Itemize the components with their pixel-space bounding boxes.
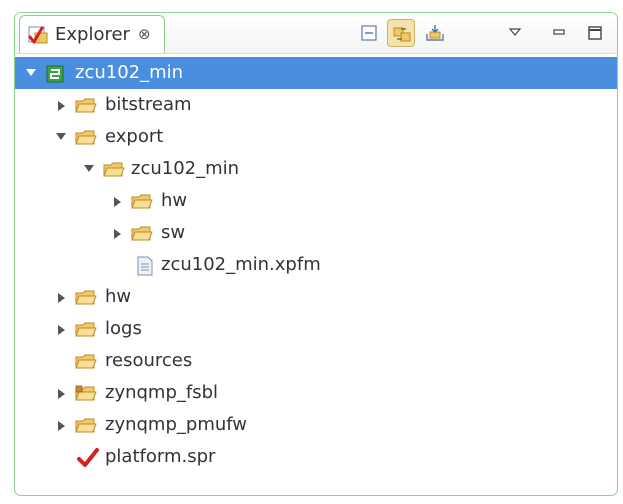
tree-item-export-hw[interactable]: hw	[15, 185, 617, 217]
explorer-tab[interactable]: Explorer ⊗	[19, 15, 165, 53]
platform-project-icon	[45, 63, 67, 83]
folder-icon	[75, 95, 97, 115]
collapsed-chevron-icon[interactable]	[57, 313, 69, 345]
tree-item-export-sw[interactable]: sw	[15, 217, 617, 249]
folder-icon	[75, 127, 97, 147]
tree-item-bitstream[interactable]: bitstream	[15, 89, 617, 121]
tree-item-label: zcu102_min	[75, 62, 184, 83]
tree-item-export[interactable]: export	[15, 121, 617, 153]
explorer-view-icon	[28, 24, 48, 44]
collapsed-chevron-icon[interactable]	[113, 185, 125, 217]
folder-icon	[131, 223, 153, 243]
folder-icon	[103, 159, 125, 179]
view-menu-button[interactable]	[501, 19, 529, 47]
expanded-chevron-icon[interactable]	[55, 121, 67, 153]
link-with-editor-button[interactable]	[387, 19, 415, 47]
file-icon	[135, 255, 157, 276]
import-icon	[426, 25, 444, 41]
domain-folder-icon	[75, 383, 97, 403]
import-button[interactable]	[421, 19, 449, 47]
link-with-editor-icon	[393, 27, 411, 42]
collapse-all-button[interactable]	[355, 19, 383, 47]
tree-item-export-zcu102-min[interactable]: zcu102_min	[15, 153, 617, 185]
project-tree: zcu102_min bitstream export zcu102_min h…	[15, 57, 617, 473]
tree-item-label: platform.spr	[105, 446, 216, 467]
tree-item-label: hw	[161, 190, 188, 211]
tree-item-logs[interactable]: logs	[15, 313, 617, 345]
explorer-tab-label: Explorer	[55, 24, 130, 45]
tree-item-platform-spr[interactable]: platform.spr	[15, 441, 617, 473]
tree-item-label: export	[105, 126, 164, 147]
tree-item-label: zynqmp_fsbl	[105, 382, 219, 403]
view-toolbar: Explorer ⊗	[15, 13, 617, 54]
close-icon[interactable]: ⊗	[138, 23, 151, 45]
tree-item-zynqmp-pmufw[interactable]: zynqmp_pmufw	[15, 409, 617, 441]
tree-item-label: resources	[105, 350, 193, 371]
minimize-button[interactable]	[545, 19, 573, 47]
tree-item-label: zynqmp_pmufw	[105, 414, 248, 435]
collapsed-chevron-icon[interactable]	[57, 281, 69, 313]
minimize-icon	[553, 29, 565, 35]
collapsed-chevron-icon[interactable]	[57, 377, 69, 409]
tree-item-hw[interactable]: hw	[15, 281, 617, 313]
collapsed-chevron-icon[interactable]	[113, 217, 125, 249]
expanded-chevron-icon[interactable]	[25, 57, 37, 89]
folder-icon	[75, 351, 97, 371]
tree-item-resources[interactable]: resources	[15, 345, 617, 377]
tree-item-label: zcu102_min	[131, 158, 240, 179]
tree-item-label: bitstream	[105, 94, 192, 115]
folder-icon	[75, 415, 97, 435]
maximize-icon	[588, 26, 602, 40]
tree-item-label: zcu102_min.xpfm	[161, 254, 321, 275]
collapsed-chevron-icon[interactable]	[57, 409, 69, 441]
maximize-button[interactable]	[581, 19, 609, 47]
folder-icon	[75, 287, 97, 307]
tree-item-label: logs	[105, 318, 142, 339]
tree-item-xpfm-file[interactable]: zcu102_min.xpfm	[15, 249, 617, 281]
folder-icon	[75, 319, 97, 339]
expanded-chevron-icon[interactable]	[83, 153, 95, 185]
explorer-view: Explorer ⊗ zcu102_min bitstream export z…	[14, 12, 618, 496]
view-menu-icon	[508, 28, 522, 36]
collapsed-chevron-icon[interactable]	[57, 89, 69, 121]
tree-item-label: sw	[161, 222, 186, 243]
platform-spr-icon	[77, 447, 99, 467]
tree-item-zcu102-min-project[interactable]: zcu102_min	[15, 57, 617, 89]
folder-icon	[131, 191, 153, 211]
tree-item-zynqmp-fsbl[interactable]: zynqmp_fsbl	[15, 377, 617, 409]
collapse-all-icon	[361, 25, 377, 41]
tree-item-label: hw	[105, 286, 132, 307]
